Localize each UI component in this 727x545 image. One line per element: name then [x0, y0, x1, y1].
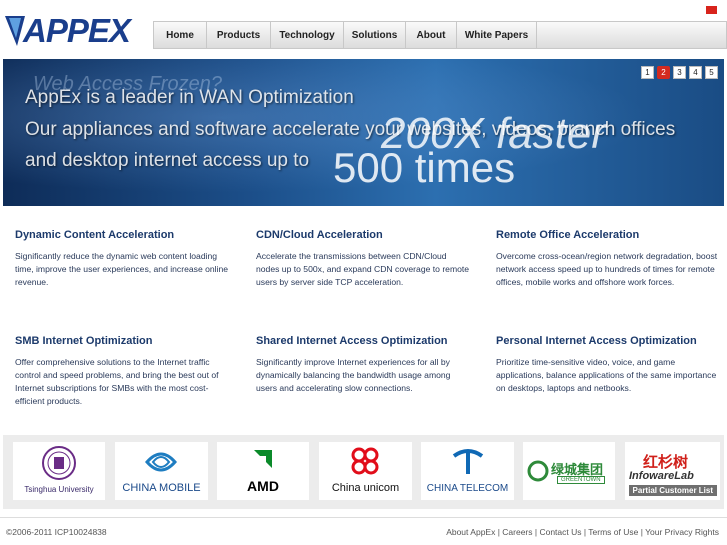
feature-text: Significantly improve Internet experienc…	[256, 357, 451, 393]
header: APPEX Home Products Technology Solutions…	[0, 0, 727, 58]
hero-banner[interactable]: Web Access Frozen? AppEx is a leader in …	[3, 59, 724, 206]
banner-page-4[interactable]: 4	[689, 66, 702, 79]
amd-logo-icon	[254, 450, 272, 468]
nav-home[interactable]: Home	[153, 21, 207, 49]
banner-pager: 1 2 3 4 5	[638, 66, 718, 79]
partner-china-telecom[interactable]: CHINA TELECOM	[421, 442, 514, 500]
footer: ©2006-2011 ICP10024838 About AppEx | Car…	[0, 517, 727, 545]
greentown-logo-icon	[527, 460, 549, 482]
feature-title[interactable]: Personal Internet Access Optimization	[496, 335, 718, 347]
china-mobile-logo-icon	[145, 452, 177, 472]
partner-infowarelab[interactable]: 红杉树 InfowareLab Partial Customer List	[625, 442, 720, 500]
partner-tsinghua[interactable]: Tsinghua University	[13, 442, 105, 500]
banner-page-2[interactable]: 2	[657, 66, 670, 79]
appex-logo[interactable]: APPEX	[3, 10, 143, 50]
greentown-sub: GREENTOWN	[557, 476, 605, 484]
footer-link-terms[interactable]: Terms of Use	[588, 527, 638, 537]
banner-big-text-2: 500 times	[333, 144, 516, 191]
feature-shared-access: Shared Internet Access Optimization Sign…	[256, 335, 471, 395]
feature-cdn-cloud: CDN/Cloud Acceleration Accelerate the tr…	[256, 229, 471, 289]
china-unicom-knot-icon	[351, 447, 379, 475]
partner-amd[interactable]: AMD	[217, 442, 309, 500]
infoware-chinese-name: 红杉树	[643, 454, 689, 471]
nav-products[interactable]: Products	[206, 21, 271, 49]
partner-strip: Tsinghua University CHINA MOBILE AMD Chi…	[3, 435, 724, 509]
tsinghua-seal-icon	[42, 446, 76, 480]
feature-title[interactable]: Remote Office Acceleration	[496, 229, 718, 241]
feature-title[interactable]: Shared Internet Access Optimization	[256, 335, 471, 347]
footer-link-about[interactable]: About AppEx	[446, 527, 495, 537]
banner-page-3[interactable]: 3	[673, 66, 686, 79]
partner-label: CHINA MOBILE	[122, 482, 201, 494]
infoware-name: InfowareLab	[629, 470, 694, 482]
feature-text: Significantly reduce the dynamic web con…	[15, 251, 229, 287]
feature-text: Offer comprehensive solutions to the Int…	[15, 357, 219, 406]
feature-title[interactable]: Dynamic Content Acceleration	[15, 229, 230, 241]
partner-label: AMD	[247, 478, 279, 494]
main-nav: Home Products Technology Solutions About…	[153, 21, 727, 49]
footer-link-careers[interactable]: Careers	[502, 527, 532, 537]
banner-line-1: AppEx is a leader in WAN Optimization	[25, 87, 354, 108]
feature-text: Prioritize time-sensitive video, voice, …	[496, 357, 717, 393]
feature-smb: SMB Internet Optimization Offer comprehe…	[15, 335, 230, 408]
nav-solutions[interactable]: Solutions	[343, 21, 406, 49]
partner-label: CHINA TELECOM	[426, 483, 509, 494]
partner-label: China unicom	[331, 482, 400, 494]
footer-link-privacy[interactable]: Your Privacy Rights	[645, 527, 719, 537]
nav-white-papers[interactable]: White Papers	[456, 21, 537, 49]
feature-title[interactable]: CDN/Cloud Acceleration	[256, 229, 471, 241]
partner-china-unicom[interactable]: China unicom	[319, 442, 412, 500]
banner-page-5[interactable]: 5	[705, 66, 718, 79]
logo-text: APPEX	[23, 12, 131, 49]
partial-customer-list-label[interactable]: Partial Customer List	[628, 485, 717, 496]
feature-text: Accelerate the transmissions between CDN…	[256, 251, 470, 287]
footer-link-contact[interactable]: Contact Us	[539, 527, 581, 537]
language-flag-icon[interactable]	[706, 6, 717, 14]
china-telecom-logo-icon	[452, 449, 484, 474]
copyright: ©2006-2011 ICP10024838	[6, 527, 107, 537]
feature-remote-office: Remote Office Acceleration Overcome cros…	[496, 229, 718, 289]
footer-links: About AppEx | Careers | Contact Us | Ter…	[446, 527, 719, 537]
nav-about[interactable]: About	[405, 21, 457, 49]
nav-spacer	[536, 21, 727, 49]
feature-title[interactable]: SMB Internet Optimization	[15, 335, 230, 347]
feature-dynamic-content: Dynamic Content Acceleration Significant…	[15, 229, 230, 289]
feature-text: Overcome cross-ocean/region network degr…	[496, 251, 718, 287]
partner-label: Tsinghua University	[24, 485, 94, 494]
banner-page-1[interactable]: 1	[641, 66, 654, 79]
partner-greentown[interactable]: 绿城集团 GREENTOWN	[523, 442, 615, 500]
nav-technology[interactable]: Technology	[270, 21, 344, 49]
partner-china-mobile[interactable]: CHINA MOBILE	[115, 442, 208, 500]
banner-line-3: and desktop internet access up to	[25, 150, 310, 171]
feature-personal-access: Personal Internet Access Optimization Pr…	[496, 335, 718, 395]
